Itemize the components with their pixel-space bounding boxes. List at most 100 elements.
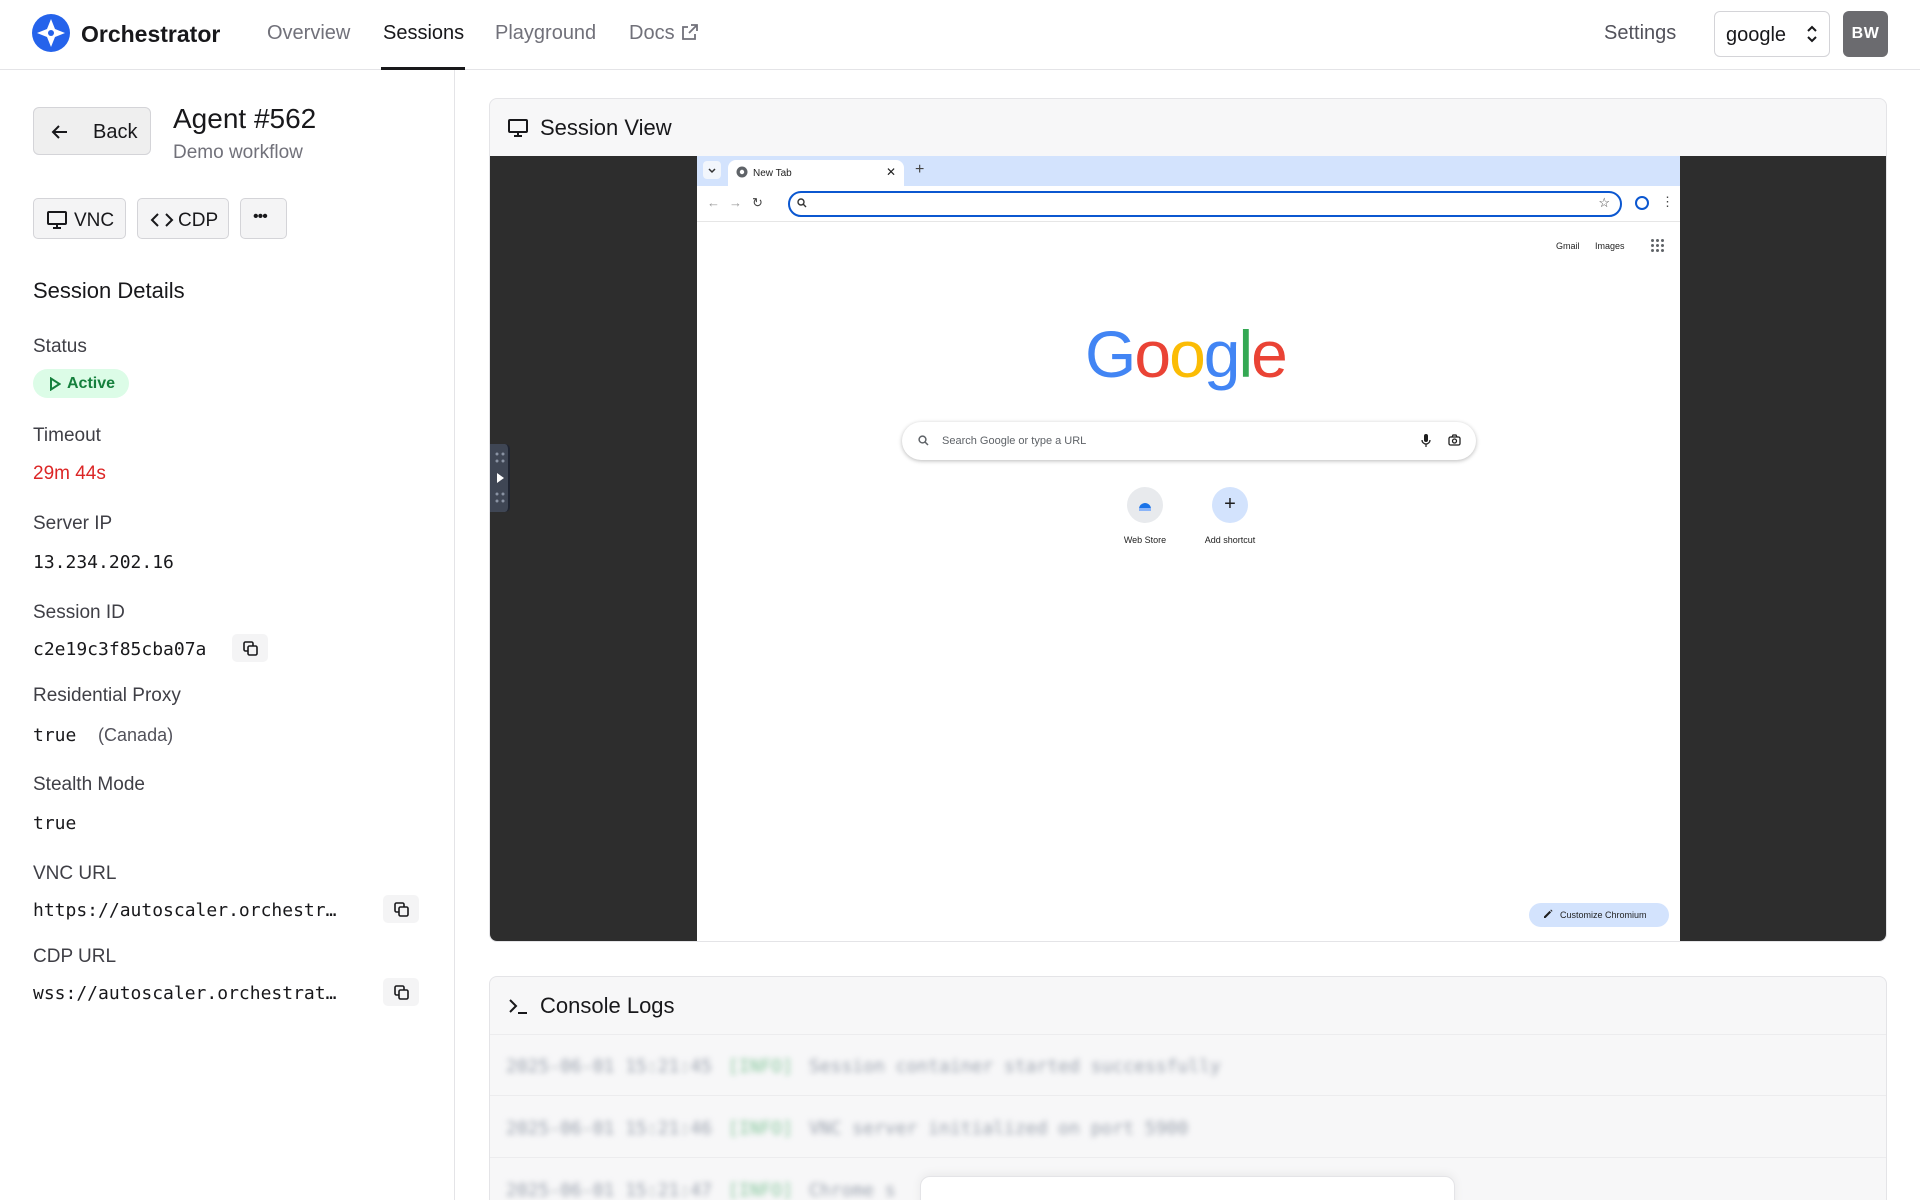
search-icon xyxy=(797,198,807,208)
orchestrator-logo-icon[interactable] xyxy=(32,14,70,52)
session-sidebar: Back Agent #562 Demo workflow VNC CDP ••… xyxy=(0,70,455,1200)
google-apps-icon[interactable] xyxy=(1651,239,1665,253)
google-search-placeholder: Search Google or type a URL xyxy=(942,435,1087,447)
vnc-button-label: VNC xyxy=(74,210,115,231)
back-arrow-icon[interactable]: ← xyxy=(707,195,720,210)
console-logs-title: Console Logs xyxy=(540,993,675,1018)
monitor-icon xyxy=(508,119,528,137)
new-tab-button[interactable]: + xyxy=(915,161,924,179)
console-logs-header: Console Logs xyxy=(490,977,1886,1034)
copy-icon xyxy=(394,902,409,917)
chromium-icon xyxy=(736,166,748,178)
reload-icon[interactable]: ↻ xyxy=(752,195,763,211)
play-icon xyxy=(50,377,61,391)
status-badge-label: Active xyxy=(67,375,116,392)
shortcut-add[interactable]: + Add shortcut xyxy=(1185,487,1275,545)
log-message: VNC server initialized on port 5900 xyxy=(808,1118,1189,1139)
session-view-header: Session View xyxy=(490,99,1886,156)
viewer-side-handle[interactable] xyxy=(490,444,510,512)
log-level: [INFO] xyxy=(727,1118,793,1139)
organization-select[interactable]: google xyxy=(1714,11,1830,57)
bottom-floating-panel[interactable] xyxy=(920,1176,1455,1200)
tab-search-button[interactable] xyxy=(703,161,721,179)
residential-proxy-label: Residential Proxy xyxy=(33,685,181,706)
nav-overview[interactable]: Overview xyxy=(267,22,350,45)
close-tab-icon[interactable]: ✕ xyxy=(886,165,896,179)
residential-proxy-region: (Canada) xyxy=(98,725,174,745)
plus-icon: + xyxy=(1212,487,1248,523)
user-avatar[interactable]: BW xyxy=(1843,11,1888,57)
copy-vnc-url-button[interactable] xyxy=(383,895,419,923)
nav-docs-label: Docs xyxy=(629,22,675,44)
app-name[interactable]: Orchestrator xyxy=(81,21,220,48)
server-ip-value: 13.234.202.16 xyxy=(33,552,174,573)
forward-arrow-icon[interactable]: → xyxy=(729,195,742,210)
images-link[interactable]: Images xyxy=(1595,241,1625,251)
agent-subtitle: Demo workflow xyxy=(173,142,303,163)
top-navigation: Orchestrator Overview Sessions Playgroun… xyxy=(0,0,1920,70)
timeout-value: 29m 44s xyxy=(33,463,106,484)
address-bar[interactable]: ☆ xyxy=(788,191,1622,217)
shortcut-label: Add shortcut xyxy=(1204,535,1256,545)
microphone-icon[interactable] xyxy=(1421,434,1431,448)
camera-icon[interactable] xyxy=(1448,434,1461,446)
logo-letter: o xyxy=(1134,317,1171,391)
residential-proxy-flag: true xyxy=(33,725,77,746)
bookmark-star-icon[interactable]: ☆ xyxy=(1598,195,1610,211)
customize-chromium-button[interactable]: Customize Chromium xyxy=(1529,903,1669,927)
nav-playground[interactable]: Playground xyxy=(495,22,596,45)
gmail-link[interactable]: Gmail xyxy=(1556,241,1580,251)
log-message: Session container started successfully xyxy=(808,1056,1221,1077)
status-badge: Active xyxy=(33,369,130,398)
pencil-icon xyxy=(1544,909,1553,918)
log-timestamp: 2025-06-01 15:21:46 xyxy=(506,1118,712,1139)
more-options-button[interactable]: ••• xyxy=(240,198,287,239)
vnc-button[interactable]: VNC xyxy=(33,198,126,239)
logo-letter: l xyxy=(1238,317,1254,391)
chevron-up-down-icon xyxy=(1807,25,1817,43)
nav-sessions[interactable]: Sessions xyxy=(383,22,464,45)
log-line: 2025-06-01 15:21:46 [INFO] VNC server init… xyxy=(506,1118,1188,1139)
browser-tab-strip: New Tab ✕ + xyxy=(697,156,1680,186)
shortcut-web-store[interactable]: Web Store xyxy=(1100,487,1190,545)
divider xyxy=(490,1157,1886,1158)
console-logs-card: Console Logs 2025-06-01 15:21:45 [INFO] Se… xyxy=(489,976,1887,1200)
terminal-icon xyxy=(509,999,527,1014)
cdp-button-label: CDP xyxy=(178,210,219,231)
copy-session-id-button[interactable] xyxy=(232,634,268,662)
cdp-button[interactable]: CDP xyxy=(137,198,229,239)
monitor-icon xyxy=(47,211,67,229)
copy-cdp-url-button[interactable] xyxy=(383,978,419,1006)
stealth-mode-value: true xyxy=(33,813,77,834)
residential-proxy-value: true (Canada) xyxy=(33,725,173,746)
organization-select-value: google xyxy=(1726,24,1787,46)
browser-toolbar: ← → ↻ ☆ ⋮ xyxy=(697,186,1680,222)
session-id-label: Session ID xyxy=(33,602,125,623)
browser-menu-icon[interactable]: ⋮ xyxy=(1661,194,1674,210)
browser-tab-title: New Tab xyxy=(753,168,792,179)
google-search-box[interactable]: Search Google or type a URL xyxy=(902,422,1476,460)
vnc-url-label: VNC URL xyxy=(33,863,117,884)
remote-desktop-viewer[interactable]: New Tab ✕ + ← → ↻ ☆ ⋮ Gmail Images Googl… xyxy=(490,156,1886,941)
back-button[interactable]: Back xyxy=(33,107,151,155)
drag-handle-icon xyxy=(495,452,505,503)
back-button-label: Back xyxy=(93,121,138,143)
profile-icon[interactable] xyxy=(1635,196,1649,210)
search-icon xyxy=(918,435,929,446)
settings-link[interactable]: Settings xyxy=(1604,22,1676,45)
logo-letter: G xyxy=(1085,317,1136,391)
log-line: 2025-06-01 15:21:47 [INFO] Chrome s xyxy=(506,1180,896,1200)
customize-chromium-label: Customize Chromium xyxy=(1560,910,1647,920)
nav-docs[interactable]: Docs xyxy=(629,22,699,45)
logo-letter: o xyxy=(1169,317,1206,391)
copy-icon xyxy=(243,641,258,656)
shortcut-label: Web Store xyxy=(1123,535,1167,545)
browser-tab[interactable]: New Tab ✕ xyxy=(728,160,904,186)
more-options-icon: ••• xyxy=(253,208,268,225)
remote-browser-window[interactable]: New Tab ✕ + ← → ↻ ☆ ⋮ Gmail Images Googl… xyxy=(697,156,1680,941)
agent-title: Agent #562 xyxy=(173,103,317,134)
log-level: [INFO] xyxy=(727,1056,793,1077)
logo-letter: g xyxy=(1203,317,1241,391)
google-logo: Google xyxy=(1085,316,1288,392)
session-details-title: Session Details xyxy=(33,278,185,303)
